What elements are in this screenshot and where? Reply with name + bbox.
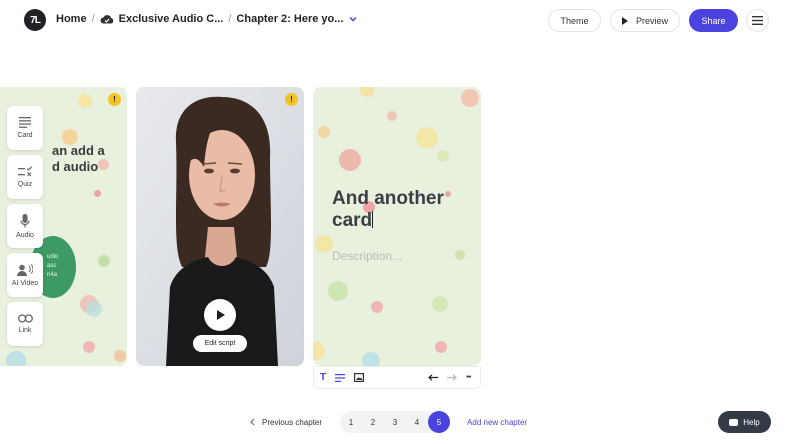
preview-label: Preview bbox=[635, 15, 668, 26]
chat-bubble-icon bbox=[729, 418, 739, 426]
add-block-panel: Card Quiz Audio AI Video Link bbox=[7, 106, 43, 351]
decor-dot bbox=[328, 281, 348, 301]
decor-dot bbox=[455, 250, 465, 260]
arrow-left-icon bbox=[428, 374, 439, 381]
tool-ai-video-label: AI Video bbox=[11, 279, 39, 287]
card-icon bbox=[19, 117, 31, 128]
text-cursor bbox=[372, 211, 374, 228]
decor-dot bbox=[313, 342, 325, 360]
previous-chapter-button[interactable]: Previous chapter bbox=[249, 418, 322, 427]
decor-dot bbox=[114, 350, 126, 362]
hamburger-icon bbox=[752, 16, 763, 25]
card-description-input[interactable]: Description... bbox=[332, 249, 402, 263]
chapter-pager: Previous chapter 1 2 3 4 5 Add new chapt… bbox=[249, 411, 527, 433]
breadcrumb: Home / Exclusive Audio C... / Chapter 2:… bbox=[56, 13, 358, 25]
help-label: Help bbox=[743, 417, 760, 427]
card-title-input[interactable]: And another card bbox=[332, 188, 444, 232]
microphone-icon bbox=[20, 213, 30, 227]
hamburger-menu-button[interactable] bbox=[746, 9, 769, 32]
decor-dot bbox=[318, 126, 330, 138]
tool-audio[interactable]: Audio bbox=[7, 204, 43, 248]
arrow-right-icon bbox=[447, 374, 458, 381]
top-bar: 7L Home / Exclusive Audio C... / Chapter… bbox=[0, 0, 792, 40]
more-options-button[interactable]: ••• bbox=[466, 374, 471, 381]
decor-dot bbox=[461, 89, 479, 107]
decor-dot bbox=[416, 127, 438, 149]
share-button[interactable]: Share bbox=[689, 9, 738, 32]
card-ai-video[interactable]: ! Edit script bbox=[136, 87, 304, 366]
breadcrumb-separator: / bbox=[228, 13, 232, 25]
decor-dot bbox=[360, 87, 374, 97]
add-new-chapter-button[interactable]: Add new chapter bbox=[467, 418, 527, 427]
decor-dot bbox=[435, 341, 447, 353]
quiz-icon bbox=[17, 166, 32, 177]
play-icon bbox=[621, 16, 628, 25]
breadcrumb-chapter[interactable]: Chapter 2: Here yo... bbox=[236, 13, 343, 25]
decor-dot bbox=[362, 352, 380, 366]
tool-quiz[interactable]: Quiz bbox=[7, 155, 43, 199]
audio-file-info: udio asc n4a bbox=[47, 254, 59, 278]
previous-chapter-label: Previous chapter bbox=[262, 417, 323, 427]
help-button[interactable]: Help bbox=[718, 411, 771, 433]
insert-image-button[interactable] bbox=[354, 373, 365, 382]
decor-dot bbox=[98, 255, 110, 267]
edit-script-button[interactable]: Edit script bbox=[193, 335, 247, 352]
decor-dot bbox=[387, 111, 397, 121]
warning-icon[interactable]: ! bbox=[108, 93, 121, 106]
tool-card-label: Card bbox=[17, 132, 33, 139]
page-3-button[interactable]: 3 bbox=[384, 411, 406, 433]
align-left-icon bbox=[335, 373, 346, 382]
warning-icon[interactable]: ! bbox=[285, 93, 298, 106]
decor-dot bbox=[78, 94, 92, 108]
move-left-button[interactable] bbox=[428, 374, 439, 381]
tool-link-label: Link bbox=[18, 327, 32, 334]
card-toolbar: T ••• bbox=[313, 366, 481, 389]
decor-dot bbox=[83, 341, 95, 353]
decor-dot bbox=[6, 351, 26, 366]
move-right-button[interactable] bbox=[447, 374, 458, 381]
text-style-button[interactable]: T bbox=[320, 372, 326, 383]
app-logo[interactable]: 7L bbox=[24, 9, 46, 31]
tool-ai-video[interactable]: AI Video bbox=[7, 253, 43, 297]
play-icon bbox=[217, 310, 225, 320]
decor-dot bbox=[94, 190, 101, 197]
breadcrumb-separator: / bbox=[91, 13, 95, 25]
decor-dot bbox=[315, 235, 333, 253]
decor-dot bbox=[437, 150, 449, 162]
tool-audio-label: Audio bbox=[16, 231, 34, 239]
decor-dot bbox=[339, 149, 361, 171]
tool-link[interactable]: Link bbox=[7, 302, 43, 346]
decor-dot bbox=[86, 301, 102, 317]
page-5-button[interactable]: 5 bbox=[428, 411, 451, 433]
image-icon bbox=[354, 373, 365, 382]
page-4-button[interactable]: 4 bbox=[406, 411, 428, 433]
play-video-button[interactable] bbox=[204, 299, 236, 331]
chevron-left-icon bbox=[250, 418, 255, 426]
tool-card[interactable]: Card bbox=[7, 106, 43, 150]
breadcrumb-home[interactable]: Home bbox=[56, 13, 87, 25]
preview-button[interactable]: Preview bbox=[610, 9, 680, 32]
decor-dot bbox=[445, 191, 451, 197]
page-1-button[interactable]: 1 bbox=[340, 411, 362, 433]
decor-dot bbox=[432, 296, 448, 312]
page-2-button[interactable]: 2 bbox=[362, 411, 384, 433]
tool-quiz-label: Quiz bbox=[17, 181, 33, 188]
cloud-check-icon bbox=[100, 15, 113, 24]
theme-button[interactable]: Theme bbox=[548, 9, 601, 32]
decor-dot bbox=[371, 301, 383, 313]
align-text-button[interactable] bbox=[335, 373, 346, 382]
ai-video-icon bbox=[17, 263, 33, 276]
link-icon bbox=[17, 314, 33, 323]
breadcrumb-course[interactable]: Exclusive Audio C... bbox=[119, 13, 224, 25]
chevron-down-icon[interactable] bbox=[348, 14, 358, 24]
card1-title: an add a d audio bbox=[52, 143, 105, 174]
card-active[interactable]: And another card Description... bbox=[313, 87, 481, 366]
page-numbers: 1 2 3 4 5 bbox=[340, 411, 451, 433]
